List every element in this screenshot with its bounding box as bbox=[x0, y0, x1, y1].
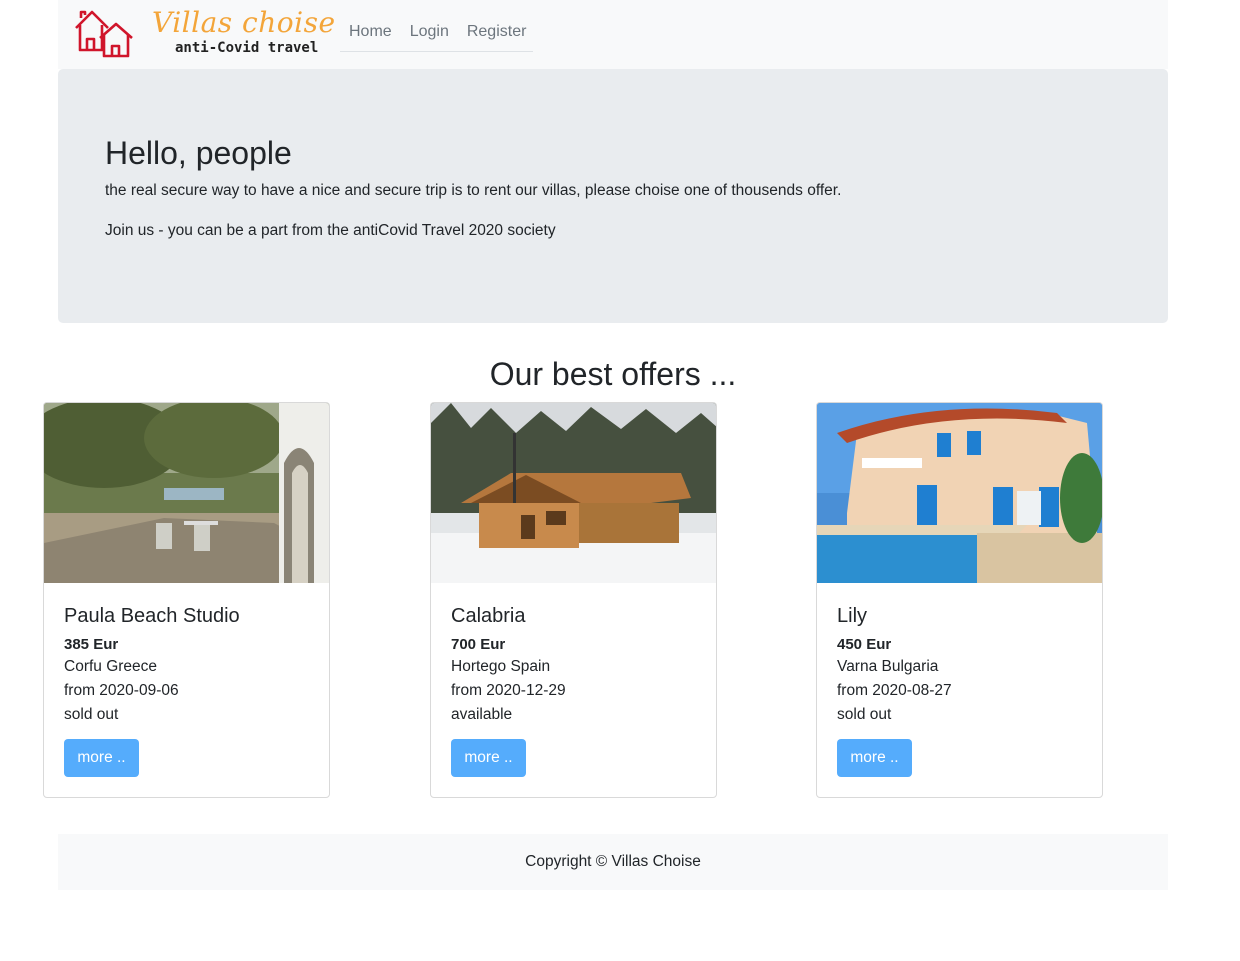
card-status: sold out bbox=[837, 706, 892, 723]
nav-home-link[interactable]: Home bbox=[340, 12, 401, 52]
card-title: Calabria bbox=[451, 605, 526, 627]
card-status: sold out bbox=[64, 706, 119, 723]
brand-subtitle: anti-Covid travel bbox=[175, 40, 319, 56]
hero-heading: Hello, people bbox=[105, 135, 292, 171]
card-location: Corfu Greece bbox=[64, 658, 158, 675]
offer-card: Calabria 700 Eur Hortego Spain from 2020… bbox=[430, 402, 717, 798]
brand-logo[interactable]: Villas choise anti-Covid travel bbox=[72, 4, 342, 60]
card-location: Varna Bulgaria bbox=[837, 658, 939, 675]
card-price: 700 Eur bbox=[451, 636, 506, 653]
card-date: from 2020-08-27 bbox=[837, 682, 952, 699]
more-button[interactable]: more .. bbox=[64, 739, 139, 777]
card-status: available bbox=[451, 706, 513, 723]
nav-login-link[interactable]: Login bbox=[401, 12, 458, 52]
card-title: Lily bbox=[837, 605, 868, 627]
main-nav: Home Login Register bbox=[340, 12, 533, 52]
card-body: Lily 450 Eur Varna Bulgaria from 2020-08… bbox=[837, 601, 1086, 727]
villa-photo-image bbox=[817, 403, 1102, 583]
card-body: Paula Beach Studio 385 Eur Corfu Greece … bbox=[64, 601, 313, 727]
top-navbar: Villas choise anti-Covid travel Home Log… bbox=[58, 0, 1168, 69]
offer-card: Lily 450 Eur Varna Bulgaria from 2020-08… bbox=[816, 402, 1103, 798]
card-location: Hortego Spain bbox=[451, 658, 551, 675]
card-date: from 2020-09-06 bbox=[64, 682, 179, 699]
card-price: 385 Eur bbox=[64, 636, 119, 653]
more-button[interactable]: more .. bbox=[837, 739, 912, 777]
more-button[interactable]: more .. bbox=[451, 739, 526, 777]
page-footer: Copyright © Villas Choise bbox=[58, 834, 1168, 890]
nav-register-link[interactable]: Register bbox=[458, 12, 536, 52]
card-title: Paula Beach Studio bbox=[64, 605, 240, 627]
brand-title: Villas choise bbox=[152, 6, 336, 39]
villa-photo-image bbox=[44, 403, 329, 583]
hero-text-2: Join us - you can be a part from the ant… bbox=[105, 222, 556, 239]
hero-text-1: the real secure way to have a nice and s… bbox=[105, 182, 842, 199]
card-body: Calabria 700 Eur Hortego Spain from 2020… bbox=[451, 601, 700, 727]
offers-heading: Our best offers ... bbox=[489, 356, 737, 392]
card-price: 450 Eur bbox=[837, 636, 892, 653]
card-date: from 2020-12-29 bbox=[451, 682, 566, 699]
hero-jumbotron: Hello, people the real secure way to hav… bbox=[58, 69, 1168, 323]
copyright-text: Copyright © Villas Choise bbox=[525, 853, 701, 870]
villa-photo-image bbox=[431, 403, 716, 583]
houses-icon bbox=[75, 10, 133, 58]
offer-card: Paula Beach Studio 385 Eur Corfu Greece … bbox=[43, 402, 330, 798]
